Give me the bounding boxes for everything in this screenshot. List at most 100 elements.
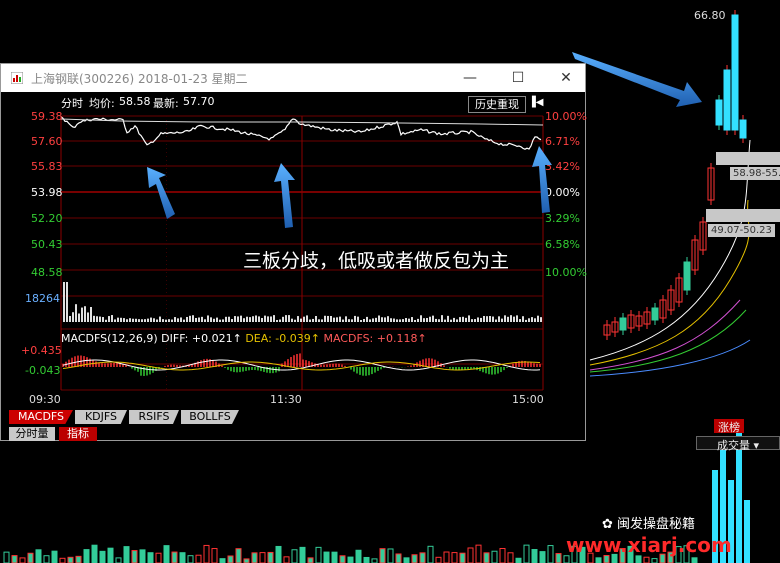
- volume-bar: [420, 315, 422, 322]
- volume-bar: [131, 550, 138, 563]
- volume-bar: [211, 548, 218, 563]
- volume-bar: [195, 554, 202, 563]
- y-left-2: 55.83: [31, 160, 63, 173]
- volume-bar: [492, 316, 494, 322]
- volume-bar: [261, 318, 263, 322]
- macd-y-top: +0.435: [21, 344, 62, 357]
- intraday-window: 上海钢联(300226) 2018-01-23 星期二 — ☐ ✕ 分时 均价:…: [0, 63, 587, 441]
- volume-bar: [480, 317, 482, 322]
- volume-bar: [138, 319, 140, 322]
- volume-bar: [177, 318, 179, 322]
- volume-bar: [225, 316, 227, 322]
- y-right-0: 10.00%: [545, 110, 587, 123]
- volume-bar: [744, 500, 750, 563]
- volume-bar: [219, 558, 226, 563]
- volume-bar: [345, 316, 347, 322]
- volume-bar: [291, 318, 293, 322]
- tab-macdfs[interactable]: MACDFS: [9, 410, 73, 424]
- volume-bar: [432, 315, 434, 322]
- wechat-icon: ✿: [602, 517, 613, 532]
- volume-bar: [453, 317, 455, 322]
- volume-bar: [273, 315, 275, 322]
- volume-bar: [180, 317, 182, 322]
- tab-bollfs[interactable]: BOLLFS: [181, 410, 239, 424]
- volume-bar: [282, 316, 284, 322]
- volume-bar: [643, 556, 650, 563]
- volume-bar: [321, 319, 323, 322]
- y-left-3: 53.98: [31, 186, 63, 199]
- volume-bar: [210, 317, 212, 322]
- chevron-down-icon: ▾: [753, 439, 760, 452]
- volume-selector[interactable]: 成交量 ▾: [696, 436, 780, 452]
- volume-bar: [547, 545, 554, 563]
- volume-bar: [144, 319, 146, 322]
- volume-bar: [153, 318, 155, 322]
- tab-intraday-volume[interactable]: 分时量: [9, 427, 55, 441]
- volume-bar: [222, 319, 224, 322]
- volume-bar: [243, 558, 250, 563]
- tab-indicator[interactable]: 指标: [59, 427, 97, 441]
- volume-bar: [227, 555, 234, 563]
- macd-dea: DEA: -0.039↑: [245, 332, 320, 345]
- volume-bar: [691, 557, 698, 563]
- volume-bar: [462, 316, 464, 322]
- tab-kdjfs[interactable]: KDJFS: [75, 410, 127, 424]
- volume-bar: [132, 318, 134, 322]
- volume-bar: [270, 316, 272, 322]
- volume-bar: [67, 556, 74, 563]
- volume-bar: [491, 550, 498, 563]
- volume-bar: [235, 548, 242, 563]
- volume-bar: [264, 315, 266, 322]
- volume-bar: [438, 319, 440, 322]
- volume-bar: [405, 318, 407, 322]
- volume-bar: [99, 550, 106, 563]
- volume-bar: [443, 551, 450, 563]
- volume-bar: [117, 317, 119, 322]
- volume-bar: [246, 316, 248, 322]
- volume-bar: [486, 316, 488, 322]
- tab-rsifs[interactable]: RSIFS: [129, 410, 179, 424]
- rank-button[interactable]: 涨榜: [714, 419, 744, 434]
- macd-header: MACDFS(12,26,9) DIFF: +0.021↑ DEA: -0.03…: [61, 332, 427, 345]
- volume-bar: [499, 547, 506, 563]
- volume-bar: [123, 546, 130, 563]
- volume-bar: [114, 319, 116, 322]
- volume-bar: [519, 319, 521, 322]
- volume-bar: [395, 553, 402, 563]
- price-tag-1: [716, 152, 780, 165]
- volume-bar: [123, 318, 125, 322]
- volume-bar: [507, 552, 514, 563]
- volume-bar: [51, 550, 58, 563]
- volume-bar: [283, 556, 290, 563]
- volume-bar: [234, 316, 236, 322]
- volume-bar: [351, 319, 353, 322]
- volume-bar: [555, 553, 562, 563]
- y-right-6: 10.00%: [545, 266, 587, 279]
- volume-bar: [423, 318, 425, 322]
- volume-bar: [411, 554, 418, 563]
- volume-bar: [228, 316, 230, 322]
- volume-bar: [429, 316, 431, 322]
- volume-bar: [189, 315, 191, 322]
- macd-y-mid: -0.043: [25, 364, 61, 377]
- volume-bar: [444, 319, 446, 322]
- volume-bar: [483, 315, 485, 322]
- volume-bar: [35, 549, 42, 563]
- max-price-label: 66.80: [694, 9, 726, 22]
- volume-bar: [390, 318, 392, 322]
- volume-bar: [489, 316, 491, 322]
- volume-bar: [450, 319, 452, 322]
- volume-bar: [336, 317, 338, 322]
- volume-bar: [339, 316, 341, 322]
- volume-bar: [213, 318, 215, 322]
- volume-bar: [399, 319, 401, 322]
- annotation-text: 三板分歧，低吸或者做反包为主: [243, 250, 510, 272]
- price-tag-3: [706, 209, 780, 222]
- volume-bar: [198, 317, 200, 322]
- volume-bar: [249, 317, 251, 322]
- volume-bar: [78, 313, 80, 322]
- volume-bar: [91, 544, 98, 563]
- volume-bar: [323, 551, 330, 563]
- volume-bar: [129, 318, 131, 322]
- volume-bar: [426, 317, 428, 322]
